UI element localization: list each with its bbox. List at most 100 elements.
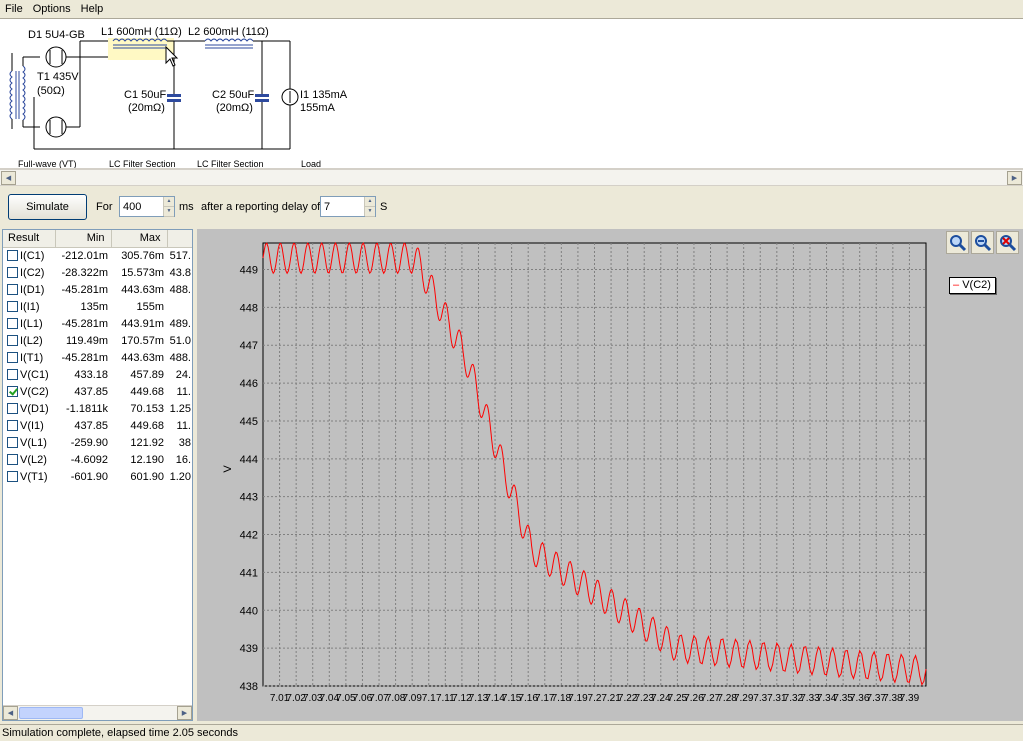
delay-input[interactable]: [321, 197, 364, 216]
voltage-chart[interactable]: 4494484474464454444434424414404394387.01…: [197, 229, 1023, 721]
result-checkbox[interactable]: [7, 453, 18, 465]
simulate-button[interactable]: Simulate: [8, 194, 87, 220]
y-tick-label: 442: [240, 530, 258, 542]
result-row[interactable]: V(L1) -259.90 121.92 38: [3, 434, 192, 451]
delay-stepper[interactable]: ▲▼: [320, 196, 376, 217]
result-name: I(I1): [20, 300, 40, 313]
result-checkbox[interactable]: [7, 283, 18, 295]
results-scroll-thumb[interactable]: [19, 707, 83, 719]
result-checkbox[interactable]: [7, 249, 18, 261]
delay-down-icon[interactable]: ▼: [364, 207, 375, 217]
duration-input[interactable]: [120, 197, 163, 216]
seconds-label: S: [380, 201, 388, 213]
menu-options[interactable]: Options: [28, 0, 76, 18]
result-name-cell: I(C2): [3, 264, 55, 281]
zoom-in-button[interactable]: [946, 231, 969, 254]
result-checkbox[interactable]: [7, 317, 18, 329]
zoom-in-icon: [949, 234, 966, 251]
result-row[interactable]: I(L1) -45.281m 443.91m 489.: [3, 315, 192, 332]
result-row[interactable]: I(T1) -45.281m 443.63m 488.: [3, 349, 192, 366]
results-scroll-right-icon[interactable]: ▶: [177, 706, 192, 720]
duration-up-icon[interactable]: ▲: [163, 197, 174, 207]
result-checkbox[interactable]: [7, 419, 18, 431]
delay-up-icon[interactable]: ▲: [364, 197, 375, 207]
result-min: -45.281m: [61, 351, 108, 364]
column-extra[interactable]: [167, 230, 192, 248]
label-c1-capacitance: C1 50uF: [124, 89, 166, 101]
result-name: I(C2): [20, 266, 45, 279]
result-row[interactable]: V(T1) -601.90 601.90 1.20: [3, 468, 192, 485]
chart-legend: – V(C2): [949, 277, 996, 294]
result-row[interactable]: V(C2) 437.85 449.68 11.: [3, 383, 192, 400]
menu-help[interactable]: Help: [76, 0, 109, 18]
result-extra: 1.25: [169, 402, 191, 415]
label-l1: L1 600mH (11Ω): [101, 26, 182, 38]
result-row[interactable]: V(L2) -4.6092 12.190 16.: [3, 451, 192, 468]
scroll-left-icon[interactable]: ◀: [1, 171, 16, 185]
result-row[interactable]: I(D1) -45.281m 443.63m 488.: [3, 281, 192, 298]
result-name-cell: I(L1): [3, 315, 55, 332]
y-tick-label: 448: [240, 302, 258, 314]
result-checkbox[interactable]: [7, 470, 18, 482]
label-d1: D1 5U4-GB: [28, 29, 85, 41]
result-name-cell: I(L2): [3, 332, 55, 349]
results-scrollbar[interactable]: ◀ ▶: [3, 705, 192, 720]
result-checkbox[interactable]: [7, 402, 18, 414]
result-row[interactable]: I(C2) -28.322m 15.573m 43.8: [3, 264, 192, 281]
zoom-out-button[interactable]: [971, 231, 994, 254]
column-min[interactable]: Min: [55, 230, 112, 248]
schematic-scrollbar[interactable]: ◀ ▶: [0, 169, 1023, 186]
result-name-cell: V(C1): [3, 366, 55, 383]
delay-label: after a reporting delay of: [201, 201, 321, 213]
results-scroll-left-icon[interactable]: ◀: [3, 706, 18, 720]
duration-down-icon[interactable]: ▼: [163, 207, 174, 217]
result-row[interactable]: V(D1) -1.1811k 70.153 1.25: [3, 400, 192, 417]
result-extra: 488.: [169, 283, 191, 296]
x-tick-label: 7.19: [568, 693, 588, 704]
result-extra: 517.: [169, 249, 191, 262]
result-checkbox[interactable]: [7, 385, 18, 397]
result-max: 15.573m: [121, 266, 164, 279]
zoom-reset-button[interactable]: [996, 231, 1019, 254]
result-name: V(T1): [20, 470, 48, 483]
result-min: 437.85: [74, 419, 108, 432]
section-load-label: Load: [301, 159, 321, 169]
result-min: -28.322m: [61, 266, 108, 279]
y-tick-label: 449: [240, 265, 258, 277]
result-checkbox[interactable]: [7, 334, 18, 346]
scroll-right-icon[interactable]: ▶: [1007, 171, 1022, 185]
result-max: 457.89: [130, 368, 164, 381]
label-i1-current-max: 155mA: [300, 102, 336, 114]
y-tick-label: 438: [240, 681, 258, 693]
result-checkbox[interactable]: [7, 266, 18, 278]
result-name: I(L2): [20, 334, 43, 347]
result-extra: 16.: [175, 453, 191, 466]
simulation-toolbar: Simulate For ▲▼ ms after a reporting del…: [0, 186, 1023, 228]
y-tick-label: 443: [240, 492, 258, 504]
duration-stepper[interactable]: ▲▼: [119, 196, 175, 217]
result-row[interactable]: I(C1) -212.01m 305.76m 517.: [3, 247, 192, 264]
menu-file[interactable]: File: [0, 0, 28, 18]
result-max: 305.76m: [121, 249, 164, 262]
label-i1-current: I1 135mA: [300, 89, 348, 101]
result-name: V(C1): [20, 368, 49, 381]
result-checkbox[interactable]: [7, 436, 18, 448]
result-row[interactable]: I(L2) 119.49m 170.57m 51.0: [3, 332, 192, 349]
x-tick-label: 7.09: [402, 693, 422, 704]
result-name-cell: I(D1): [3, 281, 55, 298]
circuit-schematic: D1 5U4-GB T1 435V (50Ω) L1 600mH (11Ω) L…: [0, 18, 1023, 169]
result-checkbox[interactable]: [7, 368, 18, 380]
result-name-cell: I(C1): [3, 247, 55, 264]
result-extra: 1.20: [169, 470, 191, 483]
result-row[interactable]: I(I1) 135m 155m: [3, 298, 192, 315]
result-checkbox[interactable]: [7, 300, 18, 312]
result-row[interactable]: V(I1) 437.85 449.68 11.: [3, 417, 192, 434]
result-extra: 11.: [176, 385, 191, 398]
label-l2: L2 600mH (11Ω): [188, 26, 269, 38]
for-label: For: [96, 201, 113, 213]
column-result[interactable]: Result: [3, 230, 56, 248]
result-checkbox[interactable]: [7, 351, 18, 363]
result-row[interactable]: V(C1) 433.18 457.89 24.: [3, 366, 192, 383]
column-max[interactable]: Max: [111, 230, 168, 248]
result-max: 601.90: [130, 470, 164, 483]
